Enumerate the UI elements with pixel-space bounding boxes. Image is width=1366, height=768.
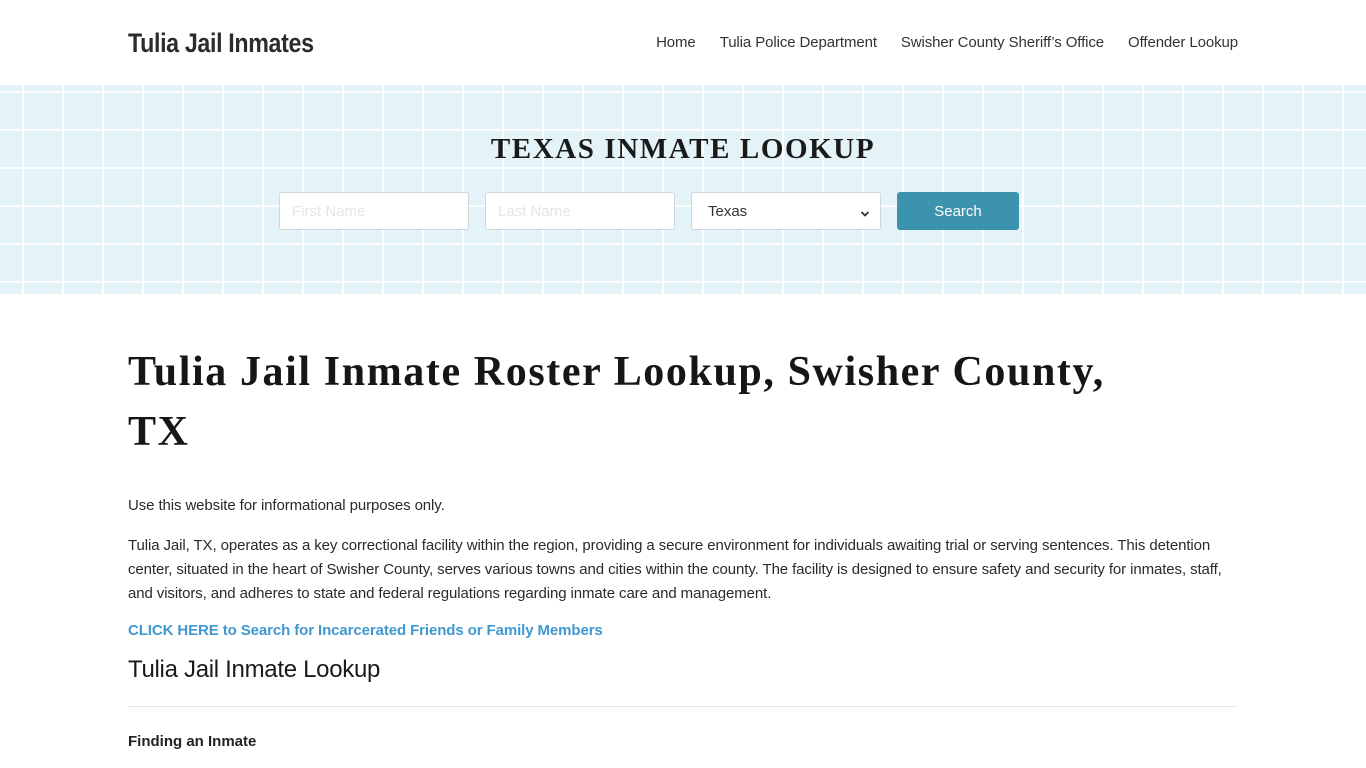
page-title: Tulia Jail Inmate Roster Lookup, Swisher… [128, 349, 1105, 455]
subsection-title: Finding an Inmate [128, 733, 257, 750]
state-select[interactable]: Texas [691, 192, 881, 230]
last-name-input[interactable] [485, 192, 675, 230]
nav-home[interactable]: Home [656, 34, 696, 51]
disclaimer-text: Use this website for informational purpo… [128, 497, 445, 514]
inmate-search-hero: TEXAS INMATE LOOKUP Texas Search [0, 85, 1366, 294]
chevron-down-icon [860, 206, 870, 217]
section-title: Tulia Jail Inmate Lookup [128, 656, 381, 683]
site-header: Tulia Jail Inmates Home Tulia Police Dep… [0, 0, 1366, 85]
search-friends-family-link[interactable]: CLICK HERE to Search for Incarcerated Fr… [128, 622, 603, 639]
main-nav: Home Tulia Police Department Swisher Cou… [656, 34, 1238, 51]
nav-swisher-county-sheriffs-office[interactable]: Swisher County Sheriff’s Office [901, 34, 1104, 51]
section-divider [128, 706, 1238, 707]
inmate-search-form: Texas Search [279, 192, 1019, 230]
main-content: Tulia Jail Inmate Roster Lookup, Swisher… [0, 294, 1366, 750]
site-logo-link[interactable]: Tulia Jail Inmates [128, 28, 314, 59]
nav-tulia-police-department[interactable]: Tulia Police Department [720, 34, 877, 51]
first-name-input[interactable] [279, 192, 469, 230]
search-button[interactable]: Search [897, 192, 1019, 230]
state-select-value: Texas [708, 202, 748, 220]
intro-paragraph: Tulia Jail, TX, operates as a key correc… [128, 537, 1222, 602]
hero-title: TEXAS INMATE LOOKUP [490, 133, 876, 165]
nav-offender-lookup[interactable]: Offender Lookup [1128, 34, 1238, 51]
